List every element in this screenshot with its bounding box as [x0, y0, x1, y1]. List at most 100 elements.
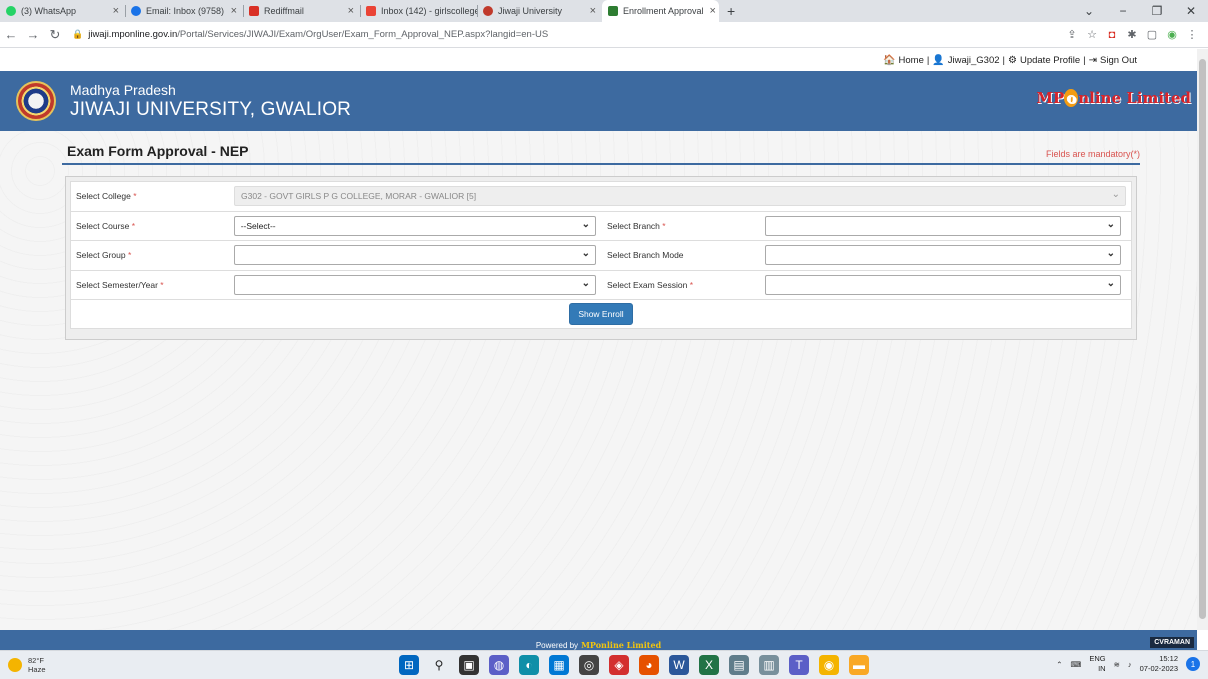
tab-label: Jiwaji University [498, 6, 563, 16]
new-tab-button[interactable]: + [719, 0, 743, 22]
menu-dots-icon[interactable]: ⋮ [1182, 28, 1202, 41]
edge-icon[interactable]: ◐ [519, 655, 539, 675]
mcafee-icon[interactable]: ◈ [609, 655, 629, 675]
reload-icon[interactable]: ↻ [44, 27, 66, 43]
semester-select[interactable]: ⌄ [233, 274, 596, 295]
whatsapp-icon [6, 6, 16, 16]
sign-out-icon: ⇥ [1088, 54, 1098, 66]
course-label: Select Course * [76, 220, 136, 231]
weather-text: Haze [28, 665, 46, 674]
close-icon[interactable]: × [704, 5, 716, 17]
windows-taskbar: 82°F Haze ⊞ ⚲ ▣ ◍ ◐ ▦ ◎ ◈ ◕ W X ▤ ▥ T ◉ … [0, 650, 1208, 679]
chevron-down-icon: ⌄ [581, 248, 590, 260]
puzzle-icon[interactable]: ✱ [1122, 28, 1142, 41]
back-icon[interactable]: ← [0, 27, 22, 42]
browser-tab-strip: (3) WhatsApp × Email: Inbox (9758) × Red… [0, 0, 1208, 22]
update-profile-link[interactable]: Update Profile [1020, 55, 1080, 66]
mponline-logo: MP o nline Limited [1036, 89, 1191, 107]
user-name-link[interactable]: Jiwaji_G302 [948, 55, 1000, 66]
wifi-icon[interactable]: ≋ [1114, 660, 1120, 669]
exam-session-select[interactable]: ⌄ [764, 274, 1121, 295]
url-host: jiwaji.mponline.gov.in [88, 29, 178, 40]
semester-label: Select Semester/Year * [76, 279, 164, 290]
group-select[interactable]: ⌄ [233, 245, 596, 266]
tab-label: Inbox (142) - girlscollegemorarg [381, 6, 477, 16]
word-icon[interactable]: W [669, 655, 689, 675]
close-window-icon[interactable]: ✕ [1174, 4, 1208, 18]
teams-icon[interactable]: T [789, 655, 809, 675]
close-icon[interactable]: × [225, 5, 237, 17]
gear-icon: ⚙ [1008, 54, 1017, 66]
tab-rediffmail[interactable]: Rediffmail × [243, 0, 360, 22]
group-label: Select Group * [76, 250, 132, 261]
bookmark-star-icon[interactable]: ☆ [1082, 28, 1102, 41]
tab-search-icon[interactable]: ⌄ [1072, 4, 1106, 18]
email-icon [131, 6, 141, 16]
tab-email[interactable]: Email: Inbox (9758) × [125, 0, 243, 22]
college-select[interactable]: G302 - GOVT GIRLS P G COLLEGE, MORAR - G… [234, 186, 1126, 207]
page-title: Exam Form Approval - NEP [67, 143, 249, 159]
page-icon [608, 6, 618, 16]
teams-chat-icon[interactable]: ◍ [489, 655, 509, 675]
clock[interactable]: 15:12 07-02-2023 [1140, 654, 1178, 674]
page-scrollbar[interactable] [1197, 49, 1208, 630]
tab-gmail[interactable]: Inbox (142) - girlscollegemorarg × [360, 0, 477, 22]
close-icon[interactable]: × [107, 5, 119, 17]
language-indicator[interactable]: ENG IN [1089, 654, 1105, 674]
tab-label: (3) WhatsApp [21, 6, 77, 16]
search-icon[interactable]: ⚲ [429, 655, 449, 675]
minimize-icon[interactable]: − [1106, 4, 1140, 18]
cvraman-badge: CVRAMAN [1150, 637, 1194, 648]
share-icon[interactable]: ⇪ [1062, 28, 1082, 41]
sign-out-link[interactable]: Sign Out [1100, 55, 1137, 66]
temperature: 82°F [28, 656, 44, 665]
site-footer: Powered by MPonline Limited [0, 630, 1197, 650]
form-row-semester: Select Semester/Year * ⌄ Select Exam Ses… [71, 271, 1131, 300]
network-app-icon[interactable]: ▥ [759, 655, 779, 675]
home-icon: 🏠 [883, 54, 896, 66]
url-field[interactable]: 🔒 jiwaji.mponline.gov.in/Portal/Services… [72, 25, 1062, 45]
tab-label: Enrollment Approval [623, 6, 704, 16]
store-icon[interactable]: ▦ [549, 655, 569, 675]
chevron-up-icon[interactable]: ⌃ [1056, 660, 1062, 669]
dell-icon[interactable]: ◎ [579, 655, 599, 675]
address-bar: ← → ↻ 🔒 jiwaji.mponline.gov.in/Portal/Se… [0, 22, 1208, 48]
mandatory-note: Fields are mandatory(*) [1045, 149, 1140, 159]
profile-avatar-icon[interactable]: ◉ [1162, 28, 1182, 41]
weather-widget[interactable]: 82°F Haze [8, 656, 46, 674]
calculator-icon[interactable]: ▤ [729, 655, 749, 675]
show-enroll-button[interactable]: Show Enroll [569, 303, 633, 325]
branch-select[interactable]: ⌄ [764, 215, 1121, 236]
forward-icon[interactable]: → [22, 27, 44, 42]
tab-whatsapp[interactable]: (3) WhatsApp × [0, 0, 125, 22]
jiwaji-icon [483, 6, 493, 16]
chevron-down-icon: ⌄ [1106, 218, 1115, 230]
scrollbar-thumb[interactable] [1199, 59, 1206, 619]
system-tray: ⌃ ⌨ ENG IN ≋ ♪ 15:12 07-02-2023 1 [1048, 654, 1200, 674]
tab-enrollment-approval[interactable]: Enrollment Approval × [602, 0, 719, 22]
tab-label: Email: Inbox (9758) [146, 6, 225, 16]
restore-icon[interactable]: ❐ [1140, 4, 1174, 18]
file-explorer-icon[interactable]: ▬ [849, 655, 869, 675]
task-view-icon[interactable]: ▣ [459, 655, 479, 675]
keyboard-icon[interactable]: ⌨ [1070, 660, 1081, 669]
firefox-icon[interactable]: ◕ [639, 655, 659, 675]
state-name: Madhya Pradesh [70, 81, 176, 98]
sidebar-icon[interactable]: ▢ [1142, 28, 1162, 41]
windows-start-icon[interactable]: ⊞ [399, 655, 419, 675]
extension-icons: ⇪ ☆ ◘ ✱ ▢ ◉ ⋮ [1062, 28, 1202, 42]
notification-badge[interactable]: 1 [1186, 657, 1200, 671]
url-path: /Portal/Services/JIWAJI/Exam/OrgUser/Exa… [177, 29, 549, 40]
main-content: Exam Form Approval - NEP Fields are mand… [62, 143, 1140, 340]
branch-mode-select[interactable]: ⌄ [764, 245, 1121, 266]
extension-icon[interactable]: ◘ [1102, 29, 1122, 41]
home-link[interactable]: Home [899, 55, 924, 66]
close-icon[interactable]: × [584, 5, 596, 17]
powered-by-text: Powered by [535, 641, 579, 650]
course-select[interactable]: --Select-- ⌄ [233, 215, 596, 236]
close-icon[interactable]: × [342, 5, 354, 17]
volume-icon[interactable]: ♪ [1128, 660, 1132, 669]
chrome-icon[interactable]: ◉ [819, 655, 839, 675]
excel-icon[interactable]: X [699, 655, 719, 675]
tab-jiwaji[interactable]: Jiwaji University × [477, 0, 602, 22]
